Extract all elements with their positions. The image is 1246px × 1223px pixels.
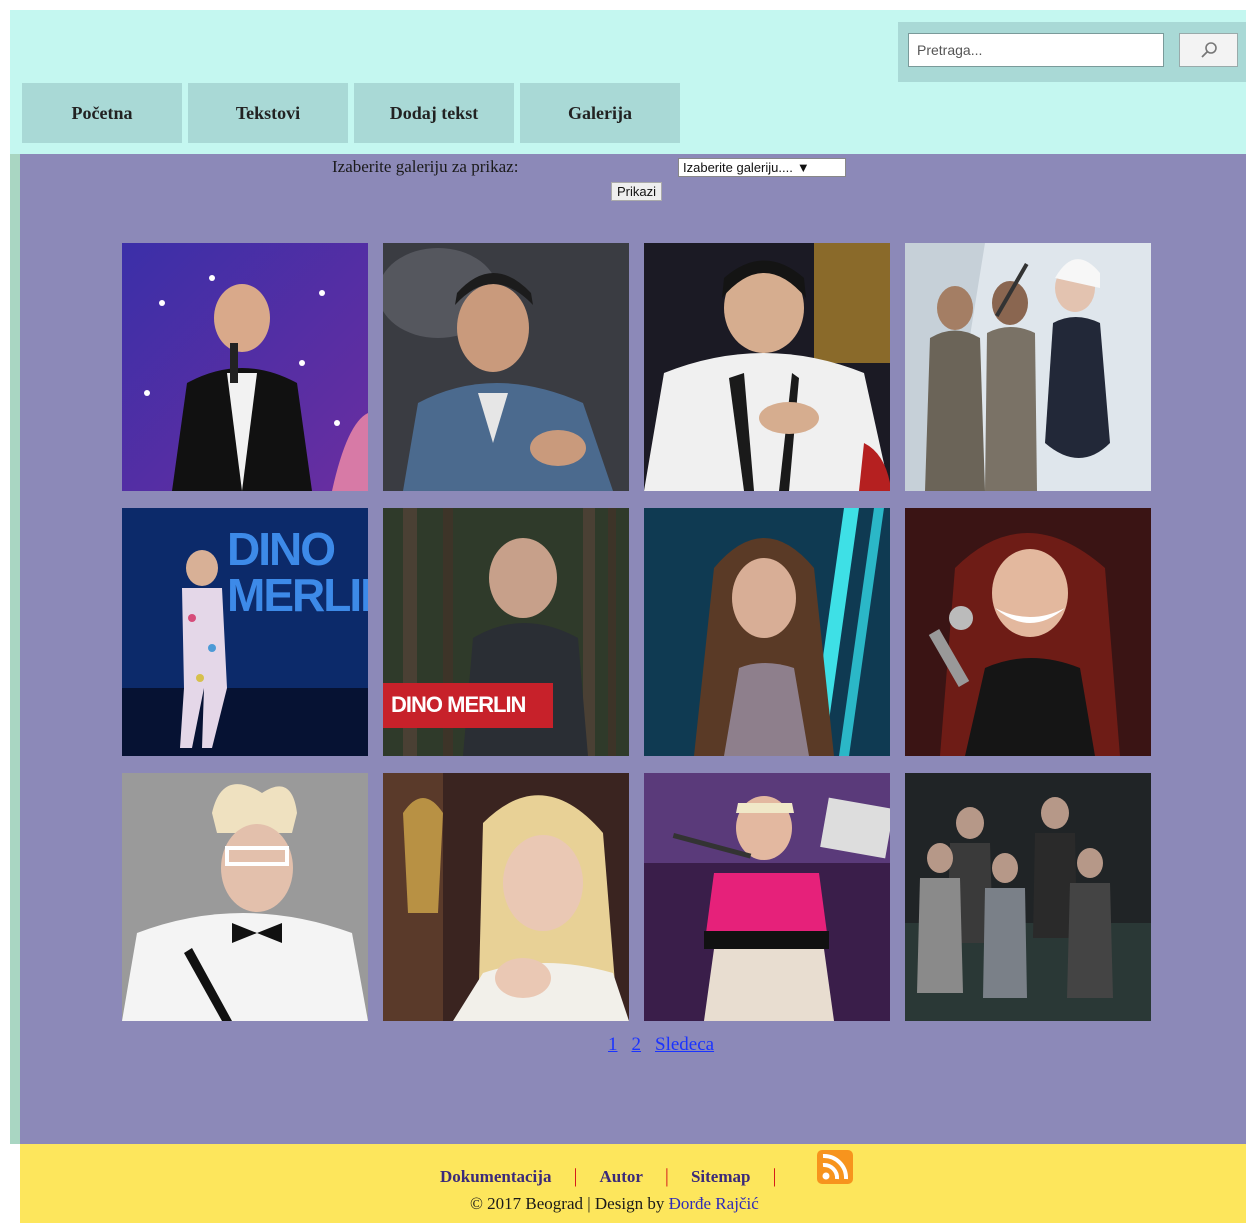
nav-item-home[interactable]: Početna	[22, 83, 182, 143]
gallery-thumbnail[interactable]: DINO MERLIN	[122, 508, 368, 756]
dropdown-arrow-icon: ▼	[796, 160, 810, 175]
gallery-grid: DINO MERLIN DINO MERLIN	[122, 243, 1152, 1021]
nav-item-texts[interactable]: Tekstovi	[188, 83, 348, 143]
gallery-thumbnail[interactable]	[383, 243, 629, 491]
footer-separator: |	[573, 1165, 578, 1187]
search-button[interactable]	[1179, 33, 1238, 67]
copyright-text: © 2017 Beograd | Design by	[470, 1194, 669, 1213]
page-link-1[interactable]: 1	[608, 1034, 618, 1056]
photo-woman-blue-lights	[644, 508, 890, 756]
photo-man-denim	[383, 243, 629, 491]
gallery-thumbnail[interactable]	[383, 773, 629, 1021]
footer-links: Dokumentacija | Autor | Sitemap |	[440, 1165, 798, 1188]
photo-man-white-jacket	[644, 243, 890, 491]
photo-band	[905, 773, 1151, 1021]
footer-link-sitemap[interactable]: Sitemap	[691, 1167, 751, 1187]
nav-item-gallery[interactable]: Galerija	[520, 83, 680, 143]
search-input[interactable]	[908, 33, 1164, 67]
thumbnail-caption: DINO MERLIN	[227, 523, 368, 621]
copyright: © 2017 Beograd | Design by Đorđe Rajčić	[470, 1194, 759, 1214]
footer-separator: |	[772, 1165, 777, 1187]
left-border-strip	[10, 154, 20, 1144]
photo-man-forest	[383, 508, 629, 756]
gallery-thumbnail[interactable]	[122, 243, 368, 491]
search-icon	[1200, 42, 1217, 58]
page-link-2[interactable]: 2	[632, 1034, 642, 1056]
gallery-thumbnail[interactable]	[644, 773, 890, 1021]
author-link[interactable]: Đorđe Rajčić	[669, 1194, 759, 1213]
footer-link-author[interactable]: Autor	[599, 1167, 642, 1187]
gallery-thumbnail[interactable]	[905, 773, 1151, 1021]
photo-woman-microphone	[905, 508, 1151, 756]
main-nav: Početna Tekstovi Dodaj tekst Galerija	[22, 83, 680, 143]
photo-blonde-woman	[383, 773, 629, 1021]
show-gallery-button[interactable]: Prikazi	[611, 182, 662, 201]
gallery-thumbnail[interactable]	[644, 243, 890, 491]
footer-link-documentation[interactable]: Dokumentacija	[440, 1167, 551, 1187]
photo-man-bow-tie	[122, 773, 368, 1021]
rss-icon[interactable]	[817, 1150, 853, 1184]
photo-woman-pink-dress	[644, 773, 890, 1021]
thumbnail-caption: DINO MERLIN	[391, 692, 526, 717]
next-page-link[interactable]: Sledeca	[655, 1034, 714, 1056]
gallery-select-label: Izaberite galeriju za prikaz:	[332, 157, 519, 176]
pagination: 1 2 Sledeca	[608, 1034, 714, 1056]
gallery-thumbnail[interactable]: DINO MERLIN	[383, 508, 629, 756]
gallery-thumbnail[interactable]	[905, 508, 1151, 756]
gallery-select[interactable]: Izaberite galeriju.... ▼	[678, 158, 846, 177]
gallery-thumbnail[interactable]	[905, 243, 1151, 491]
photo-singer-stage	[122, 243, 368, 491]
gallery-thumbnail[interactable]	[122, 773, 368, 1021]
nav-item-add-text[interactable]: Dodaj tekst	[354, 83, 514, 143]
footer-separator: |	[664, 1165, 669, 1187]
gallery-select-value: Izaberite galeriju....	[683, 160, 793, 175]
gallery-thumbnail[interactable]	[644, 508, 890, 756]
photo-three-performers	[905, 243, 1151, 491]
